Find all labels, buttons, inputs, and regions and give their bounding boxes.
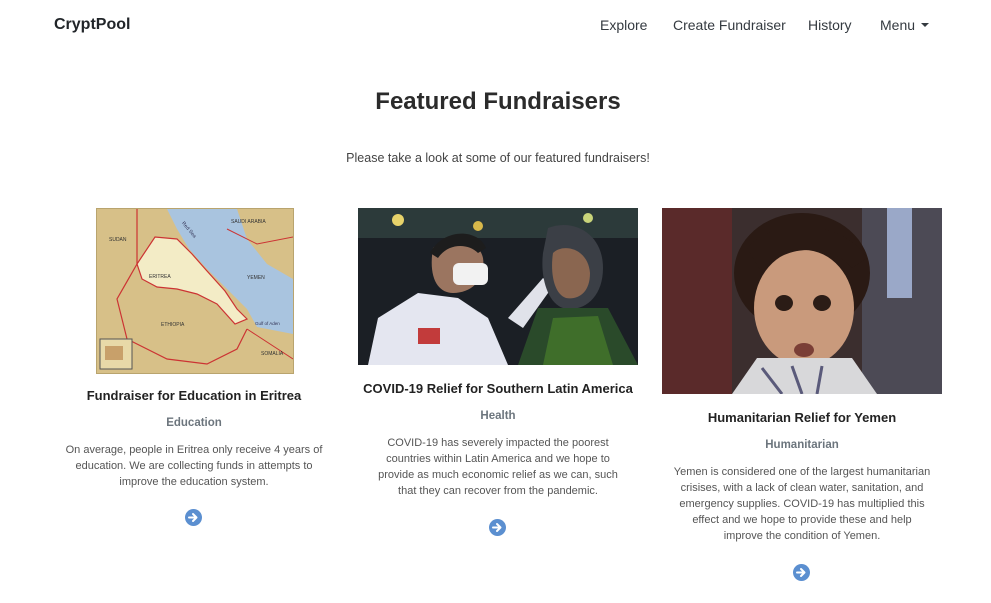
map-label-eritrea: ERITREA [149,274,171,280]
navbar: CryptPool Explore Create Fundraiser Hist… [0,0,991,52]
card-title[interactable]: COVID-19 Relief for Southern Latin Ameri… [348,381,648,396]
nav-menu-label: Menu [880,17,916,33]
card-description: COVID-19 has severely impacted the poore… [348,435,648,499]
covid-test-photo[interactable] [358,208,638,365]
page-title: Featured Fundraisers [375,88,621,115]
card-yemen: Humanitarian Relief for Yemen Humanitari… [652,410,952,544]
map-label-sudan: SUDAN [109,237,127,243]
description-line: emergency supplies. COVID-19 has multipl… [679,498,925,510]
card-latin-america: COVID-19 Relief for Southern Latin Ameri… [348,381,648,499]
nav-history[interactable]: History [808,17,852,33]
map-label-gulf-of-aden: Gulf of Aden [255,321,280,326]
caret-down-icon [921,23,930,27]
nav-menu-dropdown[interactable]: Menu [880,17,930,33]
map-label-saudi-arabia: SAUDI ARABIA [231,219,266,225]
description-line: improve the condition of Yemen. [723,530,881,542]
map-label-somalia: SOMALIA [261,351,284,357]
description-line: crisises, with a lack of clean water, sa… [680,482,924,494]
description-line: Yemen is considered one of the largest h… [673,466,931,478]
card-title[interactable]: Humanitarian Relief for Yemen [652,410,952,425]
card-category: Education [166,417,222,429]
yemen-child-photo[interactable] [662,208,942,394]
nav-explore-label: Explore [600,17,648,33]
brand-logo[interactable]: CryptPool [54,16,130,34]
description-line: effect and we hope to provide these and … [692,514,912,526]
page-subtitle: Please take a look at some of our featur… [346,151,650,165]
photo-graphic [662,208,942,394]
description-line: improve the education system. [119,476,269,488]
description-line: that they can recover from the pandemic. [398,485,598,497]
description-line: education. We are collecting funds in at… [75,460,313,472]
card-description: On average, people in Eritrea only recei… [44,442,344,490]
arrow-right-glyph [796,568,806,577]
map-label-ethiopia: ETHIOPIA [161,322,185,328]
arrow-right-glyph [188,513,198,522]
description-line: On average, people in Eritrea only recei… [65,444,323,456]
eritrea-map-image[interactable]: SUDAN ERITREA SAUDI ARABIA YEMEN ETHIOPI… [96,208,294,374]
card-description: Yemen is considered one of the largest h… [652,464,952,544]
description-line: provide as much economic relief as we ca… [378,469,618,481]
card-eritrea: Fundraiser for Education in Eritrea Educ… [44,388,344,490]
arrow-right-circle-icon[interactable] [185,509,202,526]
card-category: Humanitarian [765,439,839,451]
description-line: countries within Latin America and we ho… [386,453,610,465]
card-category: Health [480,410,516,422]
map-label-yemen: YEMEN [247,275,265,281]
nav-explore[interactable]: Explore [600,17,647,33]
photo-graphic [358,208,638,365]
arrow-right-circle-icon[interactable] [793,564,810,581]
description-line: COVID-19 has severely impacted the poore… [387,437,609,449]
arrow-right-circle-icon[interactable] [489,519,506,536]
card-title[interactable]: Fundraiser for Education in Eritrea [44,388,344,403]
nav-history-label: History [808,17,852,33]
nav-create-fundraiser[interactable]: Create Fundraiser [673,17,786,33]
nav-create-label: Create Fundraiser [673,17,786,33]
arrow-right-glyph [492,523,502,532]
